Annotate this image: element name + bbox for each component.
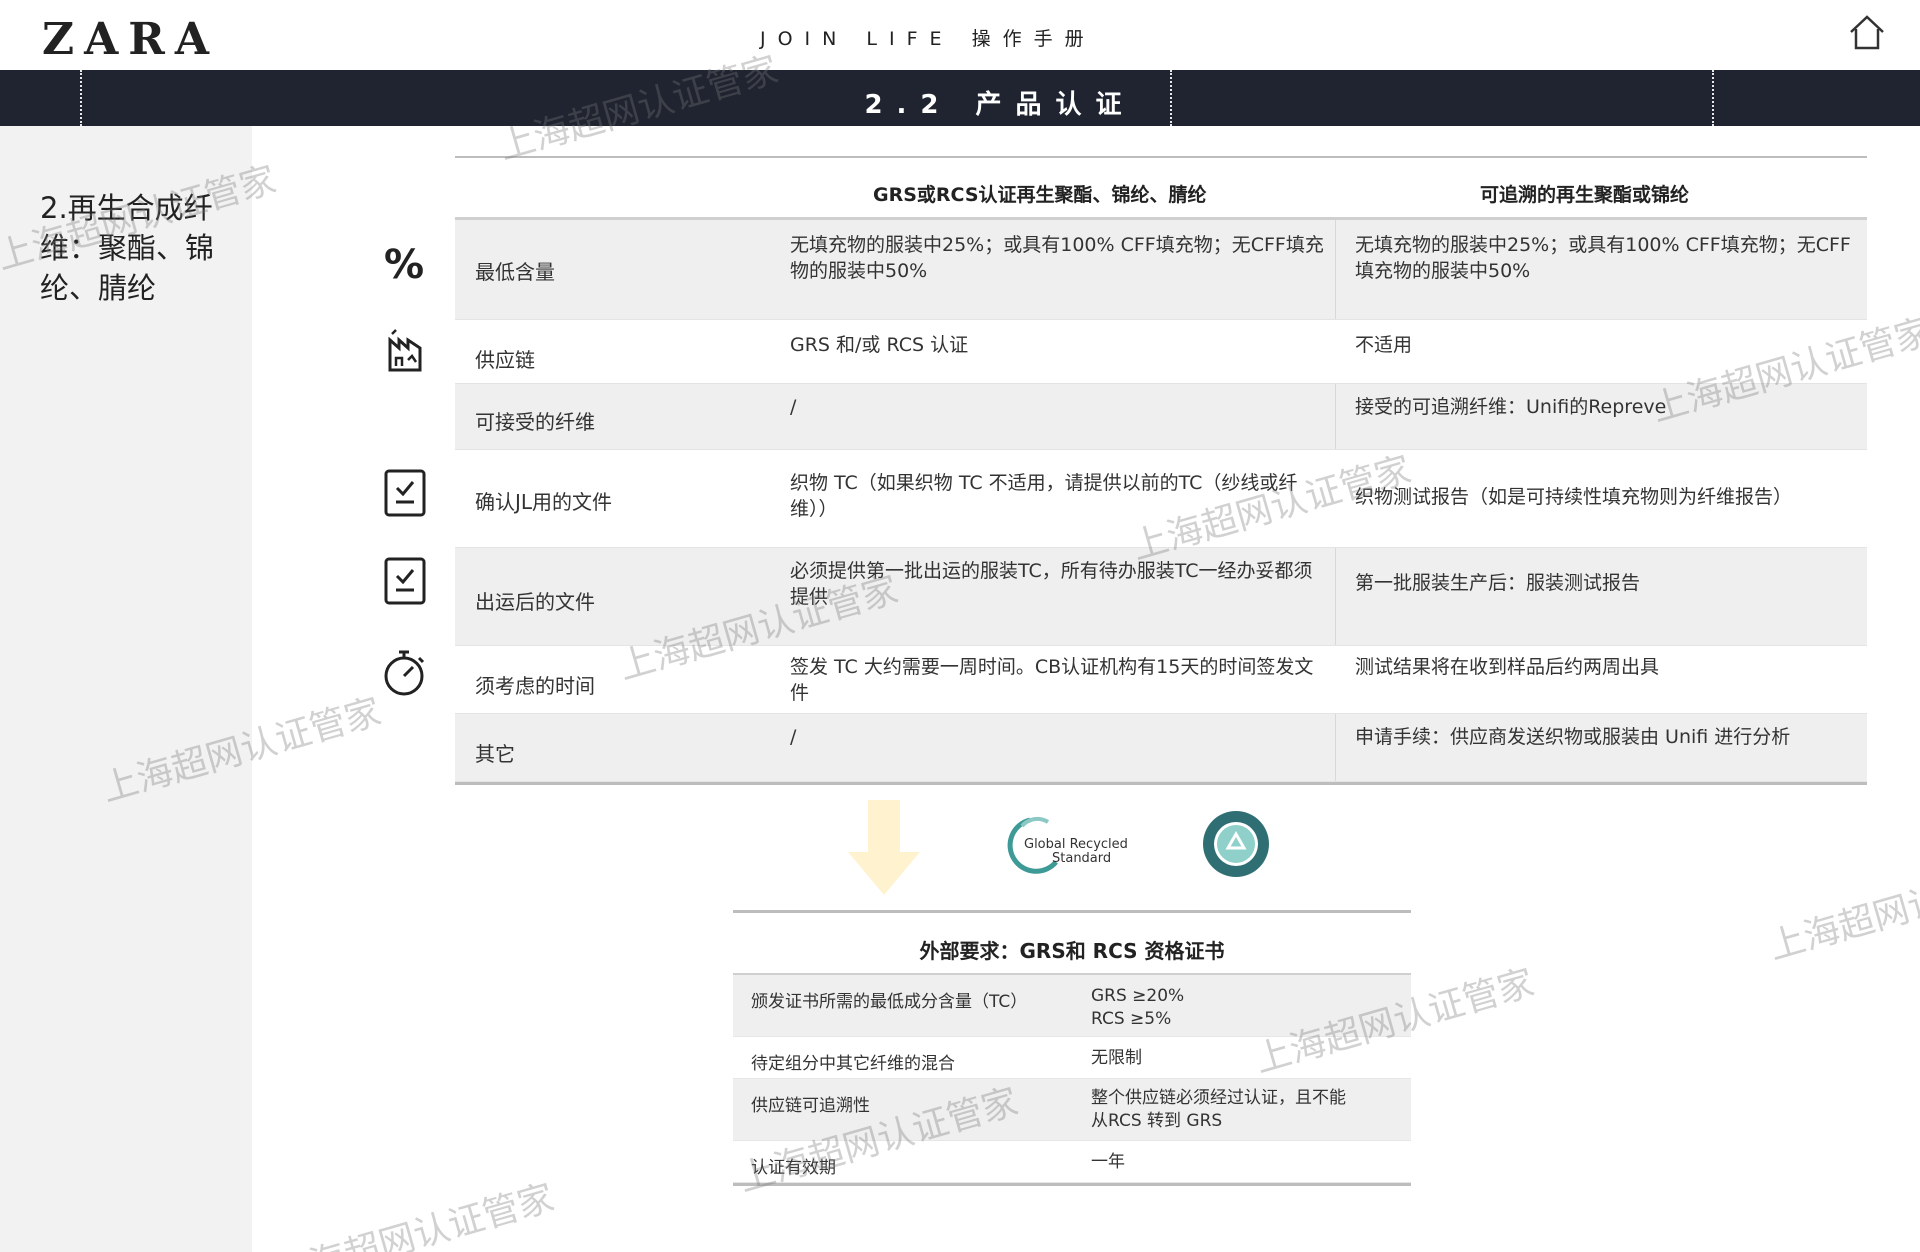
row-value-grs: 签发 TC 大约需要一周时间。CB认证机构有15天的时间签发文件 (790, 656, 1314, 704)
factory-icon (388, 329, 422, 372)
row-value-line: 从RCS 转到 GRS (1091, 1111, 1223, 1131)
section-title: 2.2 产品认证 (864, 90, 1136, 120)
section-band: 2.2 产品认证 (0, 70, 1920, 126)
certification-table: GRS或RCS认证再生聚酯、锦纶、腈纶 可追溯的再生聚酯或锦纶 最低含量 无填充… (455, 156, 1867, 785)
row-value-line: 一年 (1091, 1152, 1125, 1172)
column-header-grs: GRS或RCS认证再生聚酯、锦纶、腈纶 (873, 184, 1207, 206)
column-divider (1335, 714, 1336, 781)
row-value-traceable: 申请手续：供应商发送织物或服装由 Unifi 进行分析 (1355, 726, 1791, 748)
row-label: 出运后的文件 (475, 590, 595, 614)
row-value-grs: / (790, 396, 797, 418)
row-value-traceable: 测试结果将在收到样品后约两周出具 (1355, 656, 1660, 678)
table-row: 最低含量 无填充物的服装中25%；或具有100% CFF填充物；无CFF填充物的… (455, 220, 1867, 320)
down-arrow-icon (848, 800, 920, 895)
table-row: 其它 / 申请手续：供应商发送织物或服装由 Unifi 进行分析 (455, 714, 1867, 782)
row-label: 供应链可追溯性 (751, 1096, 870, 1116)
home-icon[interactable] (1845, 10, 1889, 54)
row-label: 可接受的纤维 (475, 410, 595, 434)
watermark: 上海超网认证管家 (1764, 849, 1920, 969)
row-value-grs: / (790, 726, 797, 748)
column-divider (1335, 384, 1336, 449)
row-label: 供应链 (475, 348, 535, 372)
row-value-traceable: 无填充物的服装中25%；或具有100% CFF填充物；无CFF填充物的服装中50… (1355, 234, 1851, 282)
row-label: 颁发证书所需的最低成分含量（TC） (751, 992, 1028, 1012)
brand-title: JOIN LIFE 操作手册 (760, 28, 1096, 50)
row-value-line: 整个供应链必须经过认证，且不能 (1091, 1088, 1346, 1108)
table-row: 供应链 GRS 和/或 RCS 认证 不适用 (455, 320, 1867, 384)
checklist-icon (384, 469, 426, 517)
row-value-traceable: 接受的可追溯纤维：Unifi的Repreve (1355, 396, 1667, 418)
percent-icon: % (384, 242, 424, 288)
rcs-logo (1203, 811, 1269, 877)
svg-text:%: % (384, 242, 424, 288)
grs-logo-text: Standard (1052, 851, 1111, 866)
row-value-grs: GRS 和/或 RCS 认证 (790, 334, 969, 356)
column-divider (1335, 548, 1336, 645)
external-table-header: 外部要求：GRS和 RCS 资格证书 (733, 913, 1411, 975)
row-value: 一年 (1091, 1151, 1401, 1174)
grs-logo: Global Recycled Standard (1007, 816, 1128, 874)
row-value-traceable: 织物测试报告（如是可持续性填充物则为纤维报告） (1355, 486, 1793, 508)
external-table-title: 外部要求：GRS和 RCS 资格证书 (919, 939, 1225, 963)
band-divider (80, 70, 82, 126)
band-divider (1712, 70, 1714, 126)
table-bottom-rule (733, 1183, 1411, 1186)
grs-logo-text: Global Recycled (1024, 837, 1128, 852)
row-value-grs: 无填充物的服装中25%；或具有100% CFF填充物；无CFF填充物的服装中50… (790, 234, 1324, 282)
table-bottom-rule (455, 782, 1867, 785)
top-bar: ZARA JOIN LIFE 操作手册 (0, 0, 1920, 70)
table-header: GRS或RCS认证再生聚酯、锦纶、腈纶 可追溯的再生聚酯或锦纶 (455, 158, 1867, 220)
row-value: 整个供应链必须经过认证，且不能 从RCS 转到 GRS (1091, 1087, 1401, 1133)
column-header-traceable: 可追溯的再生聚酯或锦纶 (1480, 184, 1690, 206)
band-divider (1170, 70, 1172, 126)
row-label: 确认JL用的文件 (475, 490, 613, 514)
row-label: 待定组分中其它纤维的混合 (751, 1054, 955, 1074)
zara-logo: ZARA (42, 14, 219, 65)
sidebar: 2.再生合成纤维：聚酯、锦纶、腈纶 (0, 126, 252, 1252)
row-label: 最低含量 (475, 260, 555, 284)
checklist-icon (384, 557, 426, 605)
row-label: 其它 (475, 742, 515, 766)
column-divider (1335, 220, 1336, 319)
row-label: 须考虑的时间 (475, 674, 595, 698)
watermark: 上海超网认证管家 (270, 1177, 559, 1252)
row-value-traceable: 第一批服装生产后：服装测试报告 (1355, 572, 1641, 594)
stopwatch-icon (384, 650, 425, 696)
